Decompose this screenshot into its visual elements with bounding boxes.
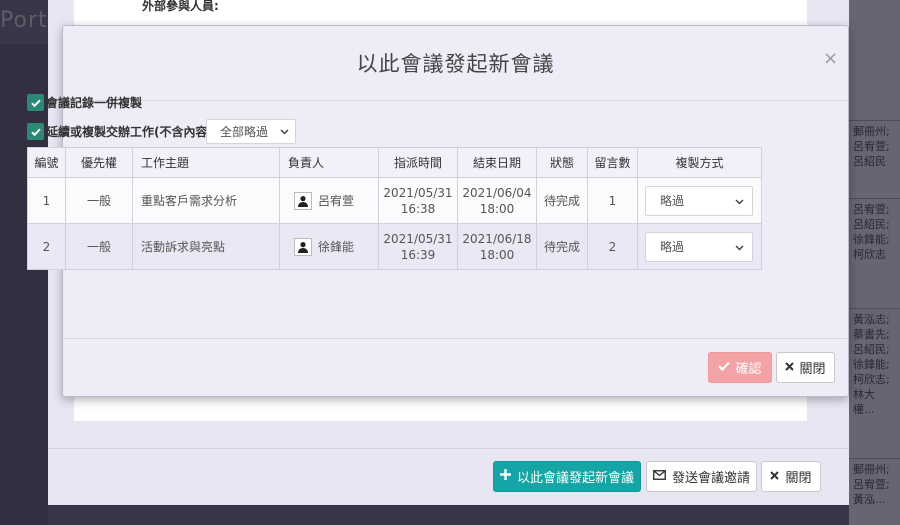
table-row: 2 一般 活動訴求與亮點 徐鋒能 2021/05/31 16:39 2021/06…: [27, 223, 762, 270]
outer-close-button[interactable]: 關閉: [761, 461, 821, 492]
user-icon: [294, 191, 312, 210]
envelope-icon: [653, 469, 666, 484]
cell-topic: 重點客戶需求分析: [132, 177, 280, 224]
extend-tasks-label: 延續或複製交辦工作(不含內容): [46, 125, 213, 139]
assigned-clock: 16:38: [400, 201, 436, 216]
column-header-priority: 優先權: [65, 147, 133, 178]
cell-priority: 一般: [65, 223, 133, 270]
column-header-copy-mode: 複製方式: [637, 147, 762, 178]
chevron-down-icon: [735, 244, 744, 251]
end-date: 2021/06/18: [462, 231, 532, 246]
close-icon: [770, 469, 780, 484]
dialog-close-x-icon[interactable]: ×: [823, 48, 838, 69]
column-header-topic: 工作主題: [132, 147, 280, 178]
dialog-close-button-label: 關閉: [799, 362, 826, 377]
user-icon: [294, 237, 312, 256]
column-header-no: 編號: [27, 147, 66, 178]
cell-comments: 2: [587, 223, 638, 270]
plus-icon: [499, 469, 511, 484]
bulk-copy-mode-value: 全部略過: [220, 125, 269, 139]
end-clock: 18:00: [479, 247, 515, 262]
cell-no: 2: [27, 223, 66, 270]
cell-assigned-time: 2021/05/31 16:38: [378, 177, 458, 224]
send-invite-button[interactable]: 發送會議邀請: [646, 461, 757, 492]
owner-name: 徐鋒能: [318, 239, 355, 254]
cell-topic: 活動訴求與亮點: [132, 223, 280, 270]
end-date: 2021/06/04: [462, 185, 532, 200]
chevron-down-icon: [280, 129, 289, 135]
table-row: 1 一般 重點客戶需求分析 呂宥萱 2021/05/31 16:38 2021/0…: [27, 177, 762, 224]
cell-assigned-time: 2021/05/31 16:39: [378, 223, 458, 270]
cell-comments: 1: [587, 177, 638, 224]
dialog-header: 以此會議發起新會議 ×: [63, 26, 848, 101]
assigned-date: 2021/05/31: [383, 185, 453, 200]
cell-owner: 徐鋒能: [279, 223, 379, 270]
confirm-button-label: 確認: [735, 362, 762, 377]
cell-status: 待完成: [536, 223, 588, 270]
send-invite-button-label: 發送會議邀請: [671, 471, 750, 486]
cell-priority: 一般: [65, 177, 133, 224]
copy-mode-select[interactable]: 略過: [645, 231, 753, 262]
close-icon: [785, 360, 795, 375]
cell-end-date: 2021/06/04 18:00: [457, 177, 537, 224]
column-header-end-date: 結束日期: [457, 147, 537, 178]
column-header-status: 狀態: [536, 147, 588, 178]
copy-mode-value: 略過: [660, 193, 685, 208]
copy-mode-select[interactable]: 略過: [645, 185, 753, 216]
column-header-assigned-time: 指派時間: [378, 147, 458, 178]
extend-tasks-option[interactable]: 延續或複製交辦工作(不含內容): [27, 123, 213, 140]
owner-name: 呂宥萱: [318, 193, 355, 208]
task-table: 編號 優先權 工作主題 負責人 指派時間 結束日期 狀態 留言數 複製方式 1 …: [27, 147, 762, 270]
new-meeting-from-this-button[interactable]: 以此會議發起新會議: [493, 461, 641, 492]
copy-records-label: 會議記錄一併複製: [46, 96, 143, 110]
checkmark-icon: [30, 128, 41, 136]
copy-records-option[interactable]: 會議記錄一併複製: [27, 94, 142, 111]
copy-records-checkbox[interactable]: [27, 94, 44, 111]
confirm-button[interactable]: 確認: [708, 352, 772, 383]
table-header-row: 編號 優先權 工作主題 負責人 指派時間 結束日期 狀態 留言數 複製方式: [27, 147, 762, 178]
external-participants-label: 外部參與人員:: [142, 0, 219, 13]
column-header-owner: 負責人: [279, 147, 379, 178]
outer-close-button-label: 關閉: [785, 471, 812, 486]
bulk-copy-mode-select[interactable]: 全部略過: [206, 119, 296, 144]
checkmark-icon: [30, 99, 41, 107]
new-meeting-button-label: 以此會議發起新會議: [516, 471, 634, 486]
dialog-close-button[interactable]: 關閉: [776, 352, 835, 383]
cell-copy-mode: 略過: [637, 177, 762, 224]
cell-status: 待完成: [536, 177, 588, 224]
copy-mode-value: 略過: [660, 239, 685, 254]
column-header-comments: 留言數: [587, 147, 638, 178]
meeting-detail-footer-divider: [48, 448, 849, 449]
cell-owner: 呂宥萱: [279, 177, 379, 224]
extend-tasks-checkbox[interactable]: [27, 123, 44, 140]
assigned-clock: 16:39: [400, 247, 436, 262]
end-clock: 18:00: [479, 201, 515, 216]
cell-copy-mode: 略過: [637, 223, 762, 270]
checkmark-icon: [718, 360, 731, 375]
cell-end-date: 2021/06/18 18:00: [457, 223, 537, 270]
assigned-date: 2021/05/31: [383, 231, 453, 246]
chevron-down-icon: [735, 198, 744, 205]
dialog-title: 以此會議發起新會議: [356, 52, 555, 76]
cell-no: 1: [27, 177, 66, 224]
